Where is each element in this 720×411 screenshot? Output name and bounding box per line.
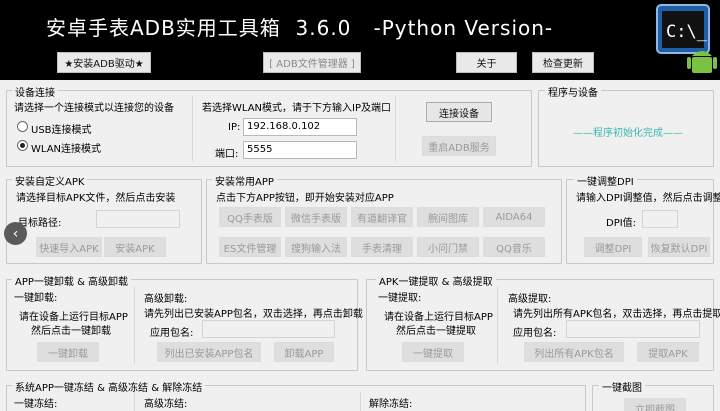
restart-adb-button[interactable]: 重启ADB服务 xyxy=(422,136,496,156)
app-button-wechat-watch[interactable]: 微信手表版 xyxy=(285,207,347,227)
device-connection-title: 设备连接 xyxy=(12,84,58,99)
uninstall-title: APP一键卸载 & 高级卸载 xyxy=(12,273,132,288)
target-path-input[interactable] xyxy=(96,210,180,228)
install-adb-driver-button[interactable]: ★安装ADB驱动★ xyxy=(57,52,151,73)
usb-mode-radio[interactable] xyxy=(17,121,28,132)
quick-extract-title: 一键提取: xyxy=(378,293,422,304)
app-button-qq-music[interactable]: QQ音乐 xyxy=(483,237,545,257)
quick-freeze-title: 一键冻结: xyxy=(14,399,58,410)
app-button-es-file[interactable]: ES文件管理 xyxy=(219,237,281,257)
program-device-title: 程序与设备 xyxy=(545,84,601,99)
divider xyxy=(134,286,135,364)
unfreeze-title: 解除冻结: xyxy=(369,399,413,410)
port-input[interactable]: 5555 xyxy=(243,141,357,159)
quick-uninstall-hint1: 请在设备上运行目标APP xyxy=(19,312,128,323)
dpi-title: 一键调整DPI xyxy=(574,173,637,188)
app-button-qq-watch[interactable]: QQ手表版 xyxy=(219,207,281,227)
extract-title: APK一键提取 & 高级提取 xyxy=(376,273,496,288)
connect-device-button[interactable]: 连接设备 xyxy=(426,102,492,122)
quick-import-apk-button[interactable]: 快速导入APK xyxy=(36,237,102,257)
advanced-uninstall-title: 高级卸载: xyxy=(144,294,188,305)
app-button-aida64[interactable]: AIDA64 xyxy=(483,207,545,227)
program-status: ——程序初始化完成—— xyxy=(573,128,683,139)
divider xyxy=(395,96,396,161)
divider xyxy=(134,392,135,411)
port-label: 端口: xyxy=(215,149,239,160)
dpi-label: DPI值: xyxy=(606,218,637,229)
install-custom-apk-title: 安装自定义APK xyxy=(12,173,88,188)
extract-package-input[interactable] xyxy=(566,320,700,338)
app-button-watch-cleaner[interactable]: 手表清理 xyxy=(351,237,413,257)
divider xyxy=(192,96,193,161)
quick-uninstall-hint2: 然后点击一键卸载 xyxy=(31,326,111,337)
adb-file-manager-button[interactable]: [ ADB文件管理器 ] xyxy=(263,52,361,73)
take-screenshot-button[interactable]: 立即截图 xyxy=(624,398,686,411)
about-button[interactable]: 关于 xyxy=(456,52,517,73)
quick-extract-hint2: 然后点击一键提取 xyxy=(396,326,476,337)
uninstall-app-button[interactable]: 卸载APP xyxy=(274,342,334,362)
extract-package-label: 应用包名: xyxy=(513,328,557,339)
wlan-hint: 若选择WLAN模式，请于下方输入IP及端口 xyxy=(202,103,391,114)
dpi-input[interactable] xyxy=(642,210,678,228)
app-button-youdao[interactable]: 有道翻译官 xyxy=(351,207,413,227)
divider xyxy=(497,286,498,364)
extract-apk-button[interactable]: 提取APK xyxy=(637,342,699,362)
advanced-freeze-title: 高级冻结: xyxy=(144,399,188,410)
uninstall-package-label: 应用包名: xyxy=(150,328,194,339)
install-custom-hint: 请选择目标APK文件，然后点击安装 xyxy=(16,193,176,204)
restore-dpi-button[interactable]: 恢复默认DPI xyxy=(648,237,710,257)
app-button-sogou-input[interactable]: 搜狗输入法 xyxy=(285,237,347,257)
chevron-left-icon[interactable]: ‹ xyxy=(4,222,27,245)
uninstall-package-input[interactable] xyxy=(202,320,335,338)
wlan-mode-radio[interactable] xyxy=(17,140,28,151)
quick-uninstall-button[interactable]: 一键卸载 xyxy=(37,342,99,362)
install-common-app-title: 安装常用APP xyxy=(212,173,277,188)
connection-mode-hint: 请选择一个连接模式以连接您的设备 xyxy=(14,103,174,114)
dpi-hint: 请输入DPI调整值，然后点击调整 xyxy=(576,193,720,204)
cmd-android-icon: C:\_ xyxy=(656,4,717,73)
adjust-dpi-button[interactable]: 调整DPI xyxy=(584,237,642,257)
install-common-hint: 点击下方APP按钮，即开始安装对应APP xyxy=(216,193,394,204)
ip-label: IP: xyxy=(228,122,241,133)
check-update-button[interactable]: 检查更新 xyxy=(532,52,594,73)
usb-mode-label: USB连接模式 xyxy=(31,125,92,136)
quick-extract-hint1: 请在设备上运行目标APP xyxy=(384,312,493,323)
ip-input[interactable]: 192.168.0.102 xyxy=(243,118,357,136)
install-apk-button[interactable]: 安装APK xyxy=(104,237,166,257)
advanced-extract-title: 高级提取: xyxy=(508,294,552,305)
app-button-door-access[interactable]: 小问门禁 xyxy=(417,237,479,257)
advanced-uninstall-hint: 请先列出已安装APP包名，双击选择，再点击卸载 xyxy=(144,309,363,320)
quick-uninstall-title: 一键卸载: xyxy=(14,293,58,304)
divider xyxy=(360,392,361,411)
list-installed-packages-button[interactable]: 列出已安装APP包名 xyxy=(157,342,261,362)
wlan-mode-label: WLAN连接模式 xyxy=(31,144,102,155)
screenshot-title: 一键截图 xyxy=(599,379,645,394)
advanced-extract-hint: 请先列出所有APK包名，双击选择，再点击提取 xyxy=(513,309,720,320)
quick-extract-button[interactable]: 一键提取 xyxy=(402,342,464,362)
freeze-title: 系统APP一键冻结 & 高级冻结 & 解除冻结 xyxy=(12,379,206,394)
svg-text:C:\_: C:\_ xyxy=(666,22,708,42)
app-button-gallery[interactable]: 腕间图库 xyxy=(417,207,479,227)
app-title: 安卓手表ADB实用工具箱 3.6.0 -Python Version- xyxy=(46,16,554,40)
list-all-apk-button[interactable]: 列出所有APK包名 xyxy=(524,342,624,362)
